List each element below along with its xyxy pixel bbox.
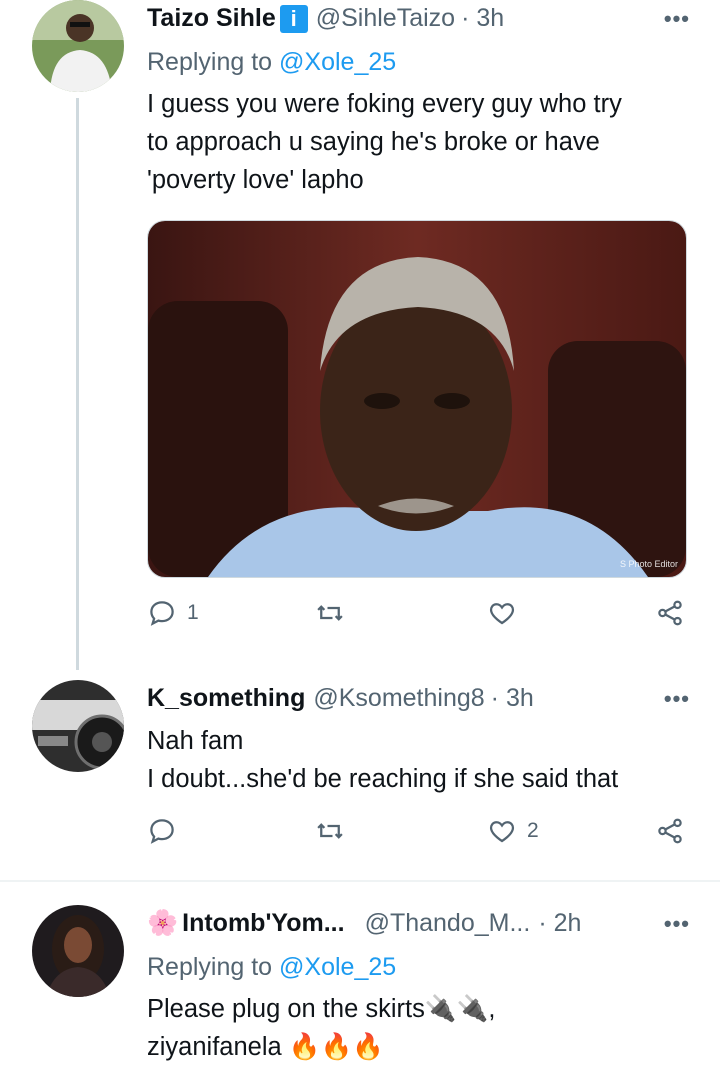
retweet-icon [317,823,343,839]
tweet-text-line-2-content: ziyanifanela [147,1033,282,1061]
like-icon [489,821,515,843]
avatar[interactable] [32,0,124,92]
reply-count: 1 [187,601,199,624]
like-count: 2 [527,819,539,842]
info-badge-icon: i [279,4,308,33]
user-handle[interactable]: @Thando_M... [365,909,531,938]
like-button[interactable] [487,598,517,628]
reply-icon [150,601,174,626]
tweet-header: K_something @Ksomething8 · 3h [147,684,534,713]
share-button[interactable] [655,816,685,846]
tweet-image[interactable]: S Photo Editor [147,220,687,578]
more-icon[interactable]: ••• [664,686,690,712]
more-icon[interactable]: ••• [664,6,690,32]
user-handle[interactable]: @SihleTaizo [316,4,455,33]
replying-handle-link[interactable]: @Xole_25 [279,953,396,981]
tweet-text-line-1-content: Please plug on the skirts [147,995,425,1023]
display-name[interactable]: Taizo Sihle [147,4,276,33]
plug-emoji-icon: 🔌 [424,995,457,1023]
display-name[interactable]: K_something [147,684,305,713]
tweet-3[interactable]: 🌸 Intomb'Yom... @Thando_M... · 2h ••• Re… [0,905,720,1065]
share-button[interactable] [655,598,685,628]
replying-label: Replying to [147,48,273,76]
tweet-header: Taizo Sihle i @SihleTaizo · 3h [147,4,504,33]
display-name[interactable]: Intomb'Yom... [182,909,344,938]
share-icon [658,600,682,626]
fire-emoji-icon: 🔥 [288,1033,321,1061]
timestamp[interactable]: · 2h [538,909,581,938]
avatar[interactable] [32,905,124,997]
replying-label: Replying to [147,953,273,981]
like-icon [489,603,515,625]
replying-to: Replying to @Xole_25 [147,48,396,77]
tweet-text: Nah fam I doubt...she'd be reaching if s… [147,727,619,793]
reply-icon [150,819,174,844]
tweet-1[interactable]: Taizo Sihle i @SihleTaizo · 3h ••• Reply… [0,0,720,670]
portrait-image [148,221,686,577]
replying-handle-link[interactable]: @Xole_25 [279,48,396,76]
tweet-text: Please plug on the skirts🔌🔌, ziyanifanel… [147,990,697,1066]
timestamp[interactable]: · 3h [461,4,504,33]
flower-emoji-icon: 🌸 [147,909,179,937]
avatar[interactable] [32,680,124,772]
tweet-2[interactable]: K_something @Ksomething8 · 3h ••• Nah fa… [0,680,720,875]
plug-emoji-icon: 🔌 [456,995,489,1023]
reply-button[interactable]: 1 [147,598,199,628]
user-handle[interactable]: @Ksomething8 [313,684,484,713]
tweet-actions: 1 [147,598,692,638]
tweet-divider [0,880,720,882]
fire-emoji-icon: 🔥 [320,1033,353,1061]
tweet-text-line-1: Please plug on the skirts🔌🔌, [147,990,697,1028]
tweet-text-line-1-suffix: , [488,995,496,1023]
timestamp[interactable]: · 3h [491,684,534,713]
thread-line [76,98,79,670]
replying-to: Replying to @Xole_25 [147,953,396,982]
like-button[interactable]: 2 [487,816,539,846]
retweet-button[interactable] [315,598,345,628]
photo-watermark: S Photo Editor [619,559,678,569]
more-icon[interactable]: ••• [664,911,690,937]
reply-button[interactable] [147,816,177,846]
tweet-text: I guess you were foking every guy who tr… [147,90,622,194]
retweet-icon [317,605,343,621]
tweet-header: 🌸 Intomb'Yom... @Thando_M... · 2h [147,909,581,938]
retweet-button[interactable] [315,816,345,846]
fire-emoji-icon: 🔥 [352,1033,385,1061]
tweet-text-line-2: ziyanifanela 🔥🔥🔥 [147,1028,697,1066]
tweet-actions: 2 [147,816,692,856]
share-icon [658,818,682,844]
